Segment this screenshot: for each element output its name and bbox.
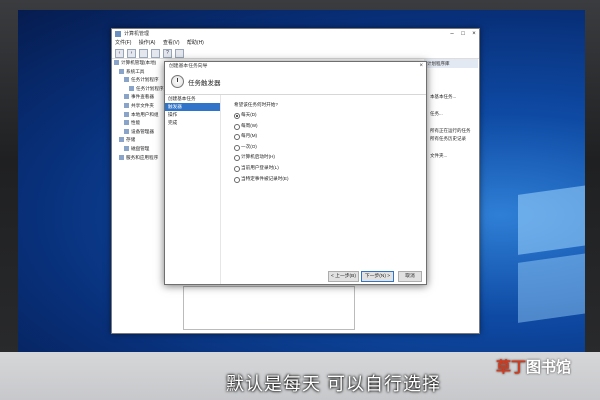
disk-icon (124, 145, 129, 151)
action-item[interactable]: 所有正在运行的任务 (424, 127, 478, 135)
radio-icon[interactable] (234, 144, 240, 151)
action-item[interactable]: 所有任务历史记录 (424, 135, 478, 143)
action-item[interactable] (424, 144, 478, 152)
step-action[interactable]: 操作 (165, 111, 220, 119)
cm-titlebar: 计算机管理 – □ × (112, 29, 479, 39)
back-arrow-icon[interactable]: ‹ (115, 48, 124, 58)
tools-icon (119, 68, 124, 74)
create-basic-task-wizard: 创建基本任务向导 × 任务触发器 创建基本任务 触发器 操作 完成 希望该任务何… (164, 61, 427, 285)
properties-icon[interactable] (175, 48, 184, 58)
wizard-titlebar: 创建基本任务向导 × (165, 62, 426, 71)
shared-folder-icon (124, 102, 129, 108)
services-icon (119, 154, 124, 160)
computer-management-icon (115, 31, 121, 37)
menu-help[interactable]: 帮助(H) (187, 40, 204, 46)
action-item[interactable]: 文件夹... (424, 152, 478, 160)
trigger-question: 希望该任务何时开始? (234, 102, 278, 107)
action-item[interactable] (424, 85, 478, 93)
watermark-accent: 草丁 (496, 359, 527, 376)
close-icon[interactable]: × (469, 29, 479, 39)
wizard-header: 任务触发器 (165, 71, 426, 95)
show-hide-tree-icon[interactable] (151, 48, 160, 58)
action-item[interactable] (424, 102, 478, 110)
radio-icon[interactable] (234, 176, 240, 183)
cm-toolbar: ‹ › ? (112, 48, 479, 59)
option-weekly[interactable]: 每周(W) (234, 121, 288, 132)
menu-view[interactable]: 查看(V) (163, 40, 180, 46)
radio-icon[interactable] (234, 134, 240, 141)
cm-window-title: 计算机管理 (124, 31, 150, 37)
watermark: 草丁图书馆 (496, 356, 571, 377)
video-caption: 默认是每天 可以自行选择 (226, 374, 441, 394)
task-clock-icon (171, 75, 184, 88)
device-manager-icon (124, 128, 129, 134)
radio-icon[interactable] (234, 123, 240, 130)
step-finish[interactable]: 完成 (165, 119, 220, 127)
radio-icon[interactable] (234, 165, 240, 172)
action-item[interactable] (424, 118, 478, 126)
windows-logo-pane-bottom (518, 253, 585, 323)
option-at-startup[interactable]: 计算机启动时(H) (234, 152, 288, 163)
actions-pane: 计划程序库 本基本任务... 任务... 所有正在运行的任务 所有任务历史记录 … (424, 59, 478, 160)
cancel-button[interactable]: 取消 (398, 271, 422, 282)
forward-arrow-icon[interactable]: › (127, 48, 136, 58)
option-on-event[interactable]: 当特定事件被记录时(E) (234, 174, 288, 185)
up-folder-icon[interactable] (139, 48, 148, 58)
option-monthly[interactable]: 每月(M) (234, 131, 288, 142)
menu-action[interactable]: 操作(A) (139, 40, 156, 46)
wizard-buttons: < 上一步(B) 下一步(N) > 取消 (165, 268, 426, 284)
step-trigger[interactable]: 触发器 (165, 103, 220, 111)
performance-icon (124, 120, 129, 126)
wizard-window-title: 创建基本任务向导 (169, 64, 208, 69)
event-viewer-icon (124, 94, 129, 100)
radio-icon[interactable] (234, 155, 240, 162)
action-item[interactable]: 本基本任务... (424, 93, 478, 101)
cm-menubar: 文件(F) 操作(A) 查看(V) 帮助(H) (112, 39, 479, 48)
computer-icon (114, 60, 119, 65)
option-at-logon[interactable]: 当前用户登录时(L) (234, 163, 288, 174)
storage-icon (119, 137, 124, 143)
trigger-options: 希望该任务何时开始? 每天(D) 每周(W) 每月(M) 一次(O) 计算机启动… (234, 100, 288, 184)
clock-icon (124, 77, 129, 83)
back-button[interactable]: < 上一步(B) (328, 271, 359, 282)
option-once[interactable]: 一次(O) (234, 142, 288, 153)
step-create-basic-task[interactable]: 创建基本任务 (165, 95, 220, 103)
action-item[interactable] (424, 76, 478, 84)
maximize-icon[interactable]: □ (458, 29, 468, 39)
action-item[interactable]: 任务... (424, 110, 478, 118)
radio-selected-icon[interactable] (234, 113, 240, 119)
windows-logo-pane-top (518, 185, 585, 255)
folder-icon (129, 85, 134, 91)
detail-panel (183, 286, 355, 330)
menu-file[interactable]: 文件(F) (115, 40, 131, 46)
help-icon[interactable]: ? (163, 48, 172, 58)
users-icon (124, 111, 129, 117)
option-daily[interactable]: 每天(D) (234, 110, 288, 121)
wizard-header-title: 任务触发器 (188, 80, 221, 87)
action-item[interactable] (424, 68, 478, 76)
watermark-rest: 图书馆 (526, 359, 572, 376)
actions-header: 计划程序库 (424, 59, 478, 68)
wizard-steps: 创建基本任务 触发器 操作 完成 (165, 95, 221, 284)
close-icon[interactable]: × (419, 62, 423, 71)
minimize-icon[interactable]: – (447, 29, 457, 39)
next-button[interactable]: 下一步(N) > (361, 271, 394, 282)
